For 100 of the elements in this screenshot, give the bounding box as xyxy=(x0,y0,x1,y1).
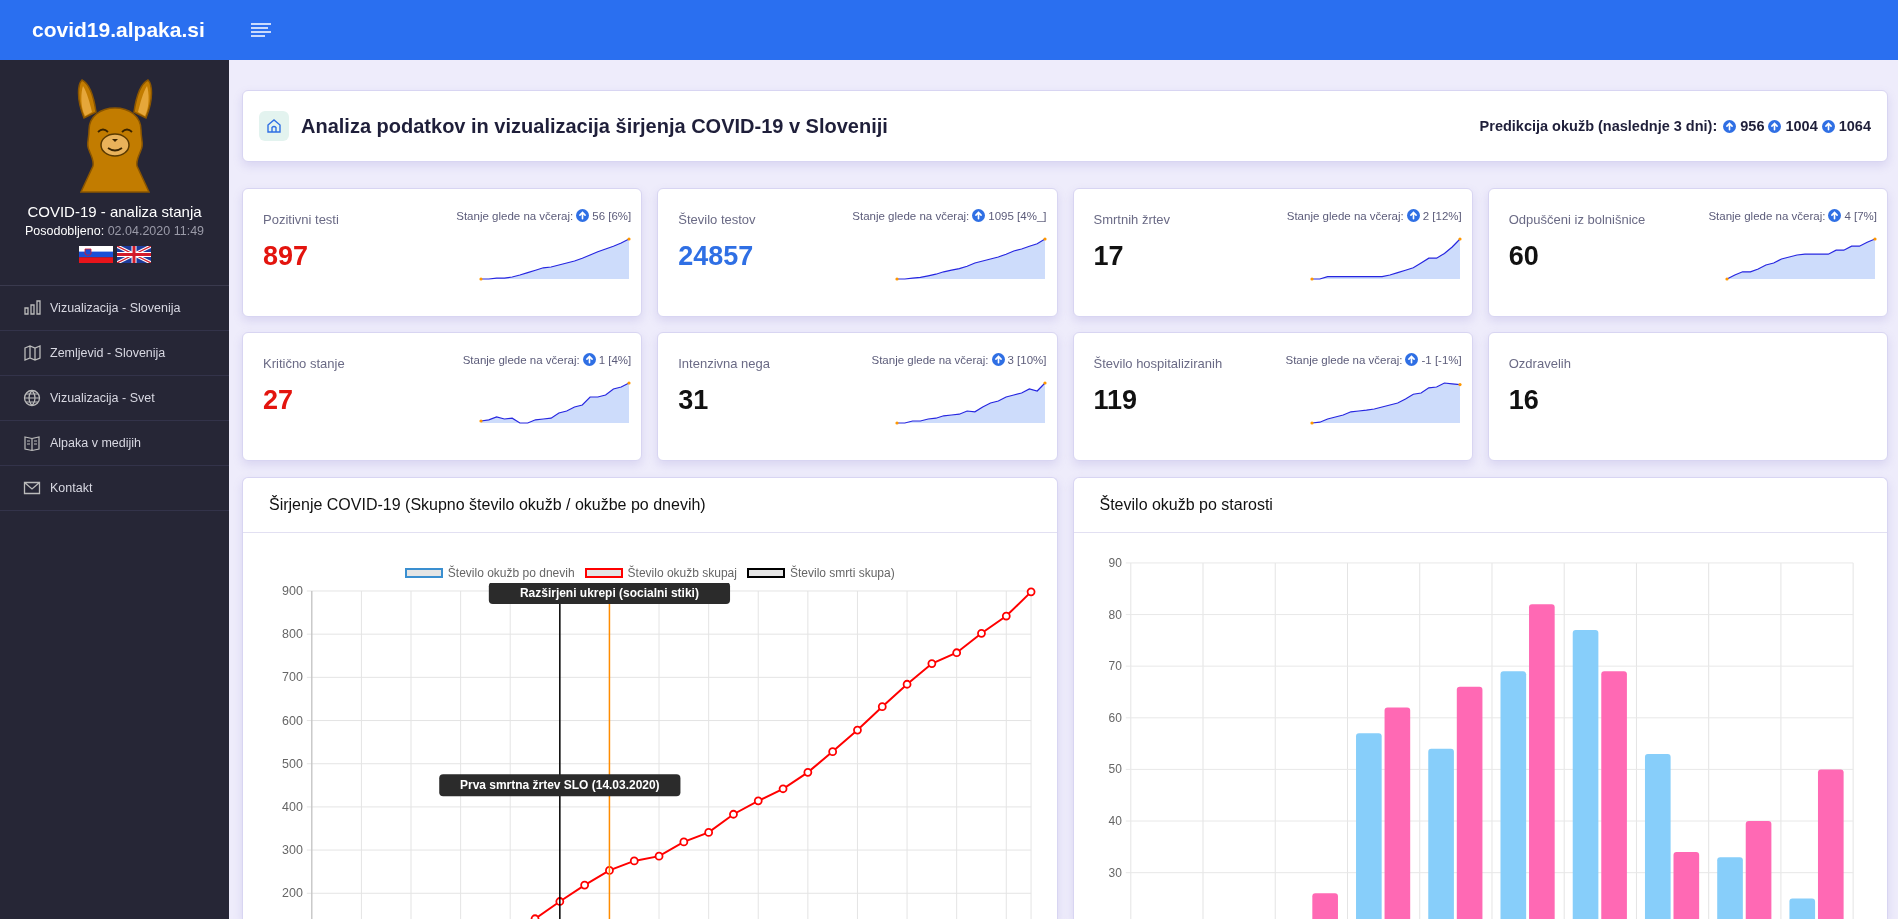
arrow-up-icon xyxy=(1405,353,1419,366)
nav-item[interactable]: Zemljevid - Slovenija xyxy=(0,331,229,376)
arrow-up-icon xyxy=(972,209,986,222)
arrow-up-icon xyxy=(1821,119,1835,133)
stat-value: 17 xyxy=(1093,241,1125,272)
change-value: 2 [12%] xyxy=(1422,209,1462,222)
data-point xyxy=(555,896,565,906)
chart-title: Število okužb po starosti xyxy=(1099,495,1273,514)
prediction-value: 1064 xyxy=(1838,118,1871,134)
nav-label[interactable]: Vizualizacija - Svet xyxy=(50,391,155,405)
page-title: Analiza podatkov in vizualizacija širjenja COVID-19 v Sloveniji xyxy=(301,114,888,138)
site-title[interactable]: covid19.alpaka.si xyxy=(0,18,229,42)
arrow-up-icon xyxy=(1723,119,1737,133)
change-value: 4 [7%] xyxy=(1844,209,1877,222)
change-label: Stanje glede na včeraj: xyxy=(1708,209,1826,222)
legend-swatch xyxy=(584,567,623,578)
data-point xyxy=(654,851,664,861)
data-point xyxy=(1026,587,1036,597)
updated-label: Posodobljeno: xyxy=(24,224,105,238)
data-point xyxy=(629,856,639,866)
chart-title: Širjenje COVID-19 (Skupno število okužb / okužbe po dnevih) xyxy=(269,495,706,514)
data-point xyxy=(803,767,813,777)
nav-item[interactable]: Vizualizacija - Svet xyxy=(0,376,229,421)
bar xyxy=(1716,857,1743,919)
y-axis-label: 500 xyxy=(282,756,303,771)
stat-value: 60 xyxy=(1508,241,1540,272)
data-point xyxy=(877,702,887,711)
flag-icon[interactable] xyxy=(116,246,151,263)
data-point xyxy=(1001,611,1011,621)
nav-label[interactable]: Vizualizacija - Slovenija xyxy=(50,301,181,315)
prediction-value: 1004 xyxy=(1785,118,1818,134)
change-label: Stanje glede na včeraj: xyxy=(871,353,989,366)
annotation: Razširjeni ukrepi (socialni stiki) xyxy=(519,585,699,600)
annotation-label: Prva smrtna žrtev SLO (14.03.2020) xyxy=(439,774,681,797)
legend-label: Število okužb skupaj xyxy=(627,565,737,580)
y-axis-label: 70 xyxy=(1108,659,1122,674)
annotation-label: Razširjeni ukrepi (socialni stiki) xyxy=(488,582,731,604)
legend-label: Število okužb po dnevih xyxy=(447,565,575,580)
change-value: 1095 [4%_] xyxy=(988,209,1047,222)
change-label: Stanje glede na včeraj: xyxy=(462,353,580,366)
change-value: 1 [4%] xyxy=(598,353,632,366)
change-value: -1 [-1%] xyxy=(1421,353,1462,366)
updated-timestamp: 02.04.2020 11:49 xyxy=(107,224,205,238)
change-label: Stanje glede na včeraj: xyxy=(456,209,574,222)
change-value: 56 [6%] xyxy=(592,209,632,222)
nav-label[interactable]: Alpaka v medijih xyxy=(50,436,141,450)
arrow-up-icon xyxy=(582,353,596,366)
data-point xyxy=(977,628,986,638)
stat-label: Odpuščeni iz bolnišnice xyxy=(1508,212,1646,227)
book-icon xyxy=(23,434,41,452)
stat-label: Ozdravelih xyxy=(1508,356,1571,371)
bar xyxy=(1673,851,1699,919)
arrow-up-icon xyxy=(1828,209,1842,222)
app-subtitle: COVID-19 - analiza stanja xyxy=(26,203,203,220)
data-point xyxy=(605,865,614,875)
stat-value: 24857 xyxy=(678,241,755,272)
prediction-value: 956 xyxy=(1740,118,1765,134)
stat-value: 16 xyxy=(1508,385,1540,416)
stat-label: Intenzivna nega xyxy=(678,356,771,371)
data-point xyxy=(753,796,763,806)
y-axis-label: 700 xyxy=(282,670,303,685)
flag-icon[interactable] xyxy=(78,246,113,263)
stat-value: 31 xyxy=(678,385,710,416)
arrow-up-icon xyxy=(1406,209,1420,222)
y-axis-label: 30 xyxy=(1108,865,1122,880)
data-point xyxy=(952,648,962,657)
change-value: 3 [10%] xyxy=(1007,353,1047,366)
y-axis-label: 40 xyxy=(1108,813,1122,828)
y-axis-label: 900 xyxy=(282,583,303,598)
nav-item[interactable]: Vizualizacija - Slovenija xyxy=(0,286,229,331)
legend-swatch xyxy=(404,567,443,578)
arrow-up-icon xyxy=(576,209,590,222)
data-point xyxy=(828,747,838,756)
y-axis-label: 60 xyxy=(1108,710,1122,725)
change-label: Stanje glede na včeraj: xyxy=(852,209,970,222)
data-point xyxy=(729,809,738,819)
y-axis-label: 80 xyxy=(1108,607,1122,622)
annotation: Prva smrtna žrtev SLO (14.03.2020) xyxy=(460,778,660,793)
prediction-label: Predikcija okužb (naslednje 3 dni): xyxy=(1479,118,1718,134)
nav-label[interactable]: Zemljevid - Slovenija xyxy=(50,346,166,360)
stat-label: Število hospitaliziranih xyxy=(1093,356,1223,371)
data-point xyxy=(902,679,912,689)
data-point xyxy=(679,837,689,847)
nav-label[interactable]: Kontakt xyxy=(50,481,93,495)
nav-item[interactable]: Alpaka v medijih xyxy=(0,421,229,466)
change-label: Stanje glede na včeraj: xyxy=(1285,353,1403,366)
stat-label: Smrtnih žrtev xyxy=(1093,212,1171,227)
home-icon xyxy=(259,111,289,141)
stat-label: Število testov xyxy=(678,212,756,227)
nav-item[interactable]: Kontakt xyxy=(0,466,229,511)
stat-value: 119 xyxy=(1093,385,1139,416)
data-point xyxy=(927,658,937,668)
stat-label: Pozitivni testi xyxy=(263,212,339,227)
bar xyxy=(1311,893,1338,919)
y-axis-label: 200 xyxy=(282,886,303,901)
bar-chart-icon xyxy=(23,299,41,317)
map-icon xyxy=(23,344,41,362)
stat-value: 27 xyxy=(263,385,295,416)
stat-label: Kritično stanje xyxy=(263,356,345,371)
data-point xyxy=(853,725,862,735)
